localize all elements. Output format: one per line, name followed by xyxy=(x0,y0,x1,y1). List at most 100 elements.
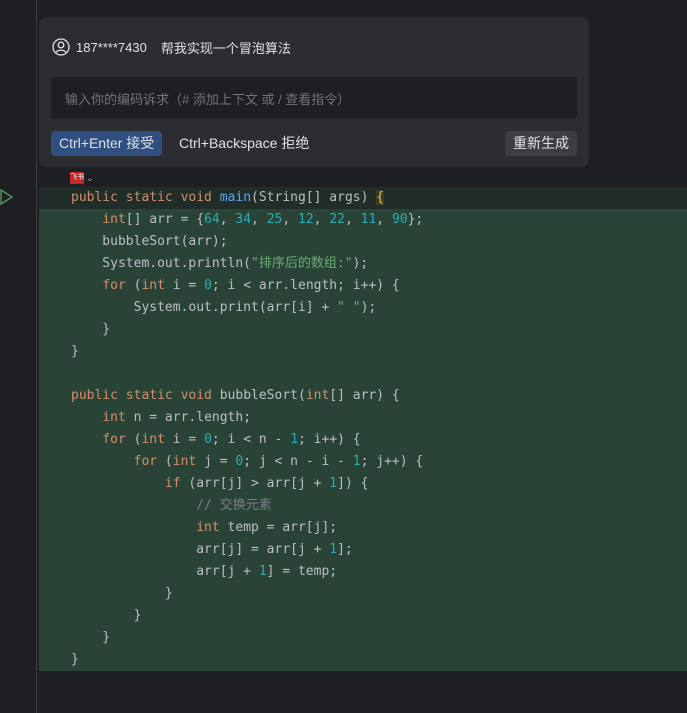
code-token: , xyxy=(219,212,236,227)
regenerate-button[interactable]: 重新生成 xyxy=(505,131,577,156)
code-token: j = xyxy=(196,454,236,469)
code-token: for xyxy=(133,454,158,469)
code-token: 1 xyxy=(329,476,338,491)
code-token: main xyxy=(219,190,252,205)
code-token: 11 xyxy=(360,212,377,227)
code-line[interactable]: int n = arr.length; xyxy=(39,407,687,429)
code-token: [] arr) { xyxy=(329,388,400,403)
code-token: n = arr.length; xyxy=(125,410,252,425)
prompt-user-row: 187****7430 帮我实现一个冒泡算法 xyxy=(52,37,291,57)
coding-request-input[interactable]: 输入你的编码诉求（# 添加上下文 或 / 查看指令） xyxy=(51,77,577,119)
feishu-logo: 飞书 xyxy=(70,172,84,184)
code-token: int xyxy=(102,212,126,227)
code-token: for xyxy=(102,432,126,447)
code-line[interactable]: } xyxy=(39,627,687,649)
code-token: 64 xyxy=(204,212,220,227)
code-token: arr[j] = arr[j + xyxy=(71,542,330,557)
code-token: ]) { xyxy=(337,476,369,491)
code-token: i = xyxy=(164,432,205,447)
inline-tag[interactable]: 飞书 ⌄ xyxy=(70,172,94,184)
code-token: } xyxy=(71,630,111,645)
code-line[interactable]: } xyxy=(39,341,687,363)
code-token: , xyxy=(282,212,299,227)
accept-button[interactable]: Ctrl+Enter 接受 xyxy=(51,131,163,156)
user-avatar-icon xyxy=(52,38,70,56)
code-token: " " xyxy=(337,300,361,315)
code-token: ; j++) { xyxy=(360,454,424,469)
code-token: public static void xyxy=(71,388,220,403)
code-token: System.out.println( xyxy=(71,256,252,271)
code-line[interactable]: public static void main(String[] args) { xyxy=(39,187,687,209)
code-line[interactable]: arr[j] = arr[j + 1]; xyxy=(39,539,687,561)
code-token: int xyxy=(141,278,165,293)
code-line[interactable]: int temp = arr[j]; xyxy=(39,517,687,539)
editor-gutter xyxy=(0,0,37,713)
code-token: ] = temp; xyxy=(266,564,338,579)
code-token: } xyxy=(71,652,79,667)
code-line[interactable]: // 交换元素 xyxy=(39,495,687,517)
code-token: "排序后的数组:" xyxy=(251,256,353,271)
code-token: ); xyxy=(360,300,377,315)
code-token: bubbleSort( xyxy=(219,388,306,403)
code-token: 1 xyxy=(258,564,267,579)
code-editor[interactable]: public static void main(String[] args) {… xyxy=(39,187,687,671)
code-token: } xyxy=(71,322,111,337)
code-line[interactable]: if (arr[j] > arr[j + 1]) { xyxy=(39,473,687,495)
code-line[interactable] xyxy=(39,363,687,385)
code-line[interactable]: bubbleSort(arr); xyxy=(39,231,687,253)
code-line[interactable]: } xyxy=(39,605,687,627)
code-line[interactable]: System.out.println("排序后的数组:"); xyxy=(39,253,687,275)
user-name: 187****7430 xyxy=(76,39,147,55)
code-token: int xyxy=(172,454,197,469)
code-token: (String[] args) xyxy=(251,190,377,205)
code-line[interactable]: public static void bubbleSort(int[] arr)… xyxy=(39,385,687,407)
chevron-down-icon: ⌄ xyxy=(86,172,94,183)
code-token: i = xyxy=(164,278,205,293)
code-token: 0 xyxy=(204,432,212,447)
code-token: ; i < arr.length; i++) { xyxy=(211,278,400,293)
code-token: { xyxy=(376,190,385,205)
code-token: ]; xyxy=(337,542,353,557)
code-line[interactable]: for (int i = 0; i < n - 1; i++) { xyxy=(39,429,687,451)
code-line[interactable]: for (int j = 0; j < n - i - 1; j++) { xyxy=(39,451,687,473)
code-token: int xyxy=(141,432,165,447)
code-line[interactable]: arr[j + 1] = temp; xyxy=(39,561,687,583)
code-line[interactable]: int[] arr = {64, 34, 25, 12, 22, 11, 90}… xyxy=(39,209,687,231)
run-icon[interactable] xyxy=(0,189,14,205)
code-token: 25 xyxy=(266,212,283,227)
code-token: int xyxy=(102,410,126,425)
code-token: 1 xyxy=(329,542,338,557)
code-token: int xyxy=(196,520,220,535)
code-line[interactable]: for (int i = 0; i < arr.length; i++) { xyxy=(39,275,687,297)
code-token: (arr[j] > arr[j + xyxy=(180,476,330,491)
code-token: public static void xyxy=(71,190,220,205)
code-line[interactable]: } xyxy=(39,583,687,605)
code-token: 12 xyxy=(298,212,314,227)
code-token: for xyxy=(102,278,126,293)
code-token: } xyxy=(71,344,79,359)
code-token: bubbleSort(arr); xyxy=(71,234,228,249)
code-token: } xyxy=(71,586,173,601)
code-line[interactable]: } xyxy=(39,649,687,671)
code-line[interactable]: } xyxy=(39,319,687,341)
code-token: , xyxy=(344,212,361,227)
code-token: }; xyxy=(407,212,424,227)
code-token: arr[j + xyxy=(71,564,259,579)
code-token: ; i < n - xyxy=(211,432,291,447)
ai-prompt-panel: 187****7430 帮我实现一个冒泡算法 输入你的编码诉求（# 添加上下文 … xyxy=(39,17,589,167)
code-token: 22 xyxy=(329,212,345,227)
code-token: ( xyxy=(125,432,142,447)
code-token: ( xyxy=(157,454,173,469)
code-token: 0 xyxy=(204,278,212,293)
code-token: , xyxy=(251,212,267,227)
code-token: // 交换元素 xyxy=(196,498,272,513)
code-line[interactable]: System.out.print(arr[i] + " "); xyxy=(39,297,687,319)
reject-button[interactable]: Ctrl+Backspace 拒绝 xyxy=(171,131,317,156)
code-token: , xyxy=(313,212,330,227)
code-token: if xyxy=(164,476,181,491)
